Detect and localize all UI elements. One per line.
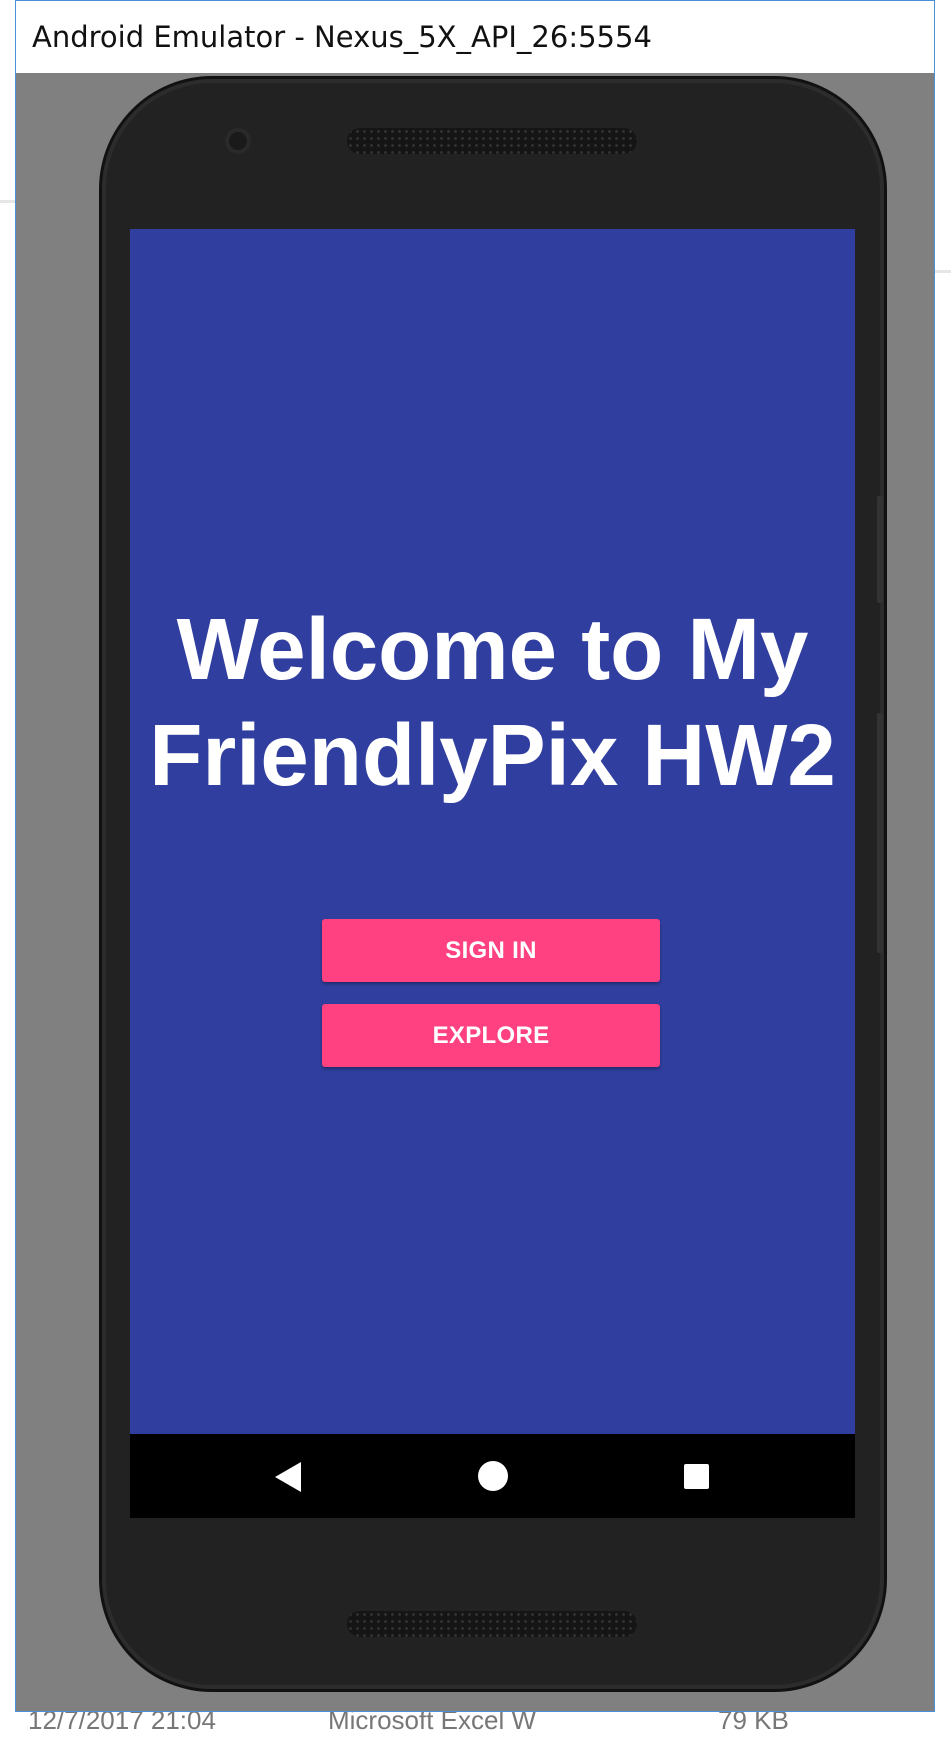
volume-button[interactable] (877, 713, 883, 953)
recents-icon[interactable] (684, 1464, 709, 1489)
emulator-window: Android Emulator - Nexus_5X_API_26:5554 … (15, 0, 935, 1712)
background-strip (0, 200, 15, 203)
window-titlebar[interactable]: Android Emulator - Nexus_5X_API_26:5554 (16, 1, 934, 73)
sign-in-button[interactable]: SIGN IN (322, 919, 660, 982)
front-camera-icon (225, 128, 251, 154)
welcome-line-2: FriendlyPix HW2 (149, 707, 836, 804)
window-title: Android Emulator - Nexus_5X_API_26:5554 (32, 20, 652, 54)
welcome-heading: Welcome to My FriendlyPix HW2 (130, 597, 855, 809)
home-icon[interactable] (478, 1461, 508, 1491)
back-icon[interactable] (275, 1462, 301, 1492)
app-screen: Welcome to My FriendlyPix HW2 SIGN IN EX… (130, 229, 855, 1434)
power-button[interactable] (877, 496, 883, 603)
navigation-bar (130, 1434, 855, 1518)
bottom-speaker-icon (347, 1611, 637, 1637)
welcome-line-1: Welcome to My (176, 601, 809, 698)
explore-button[interactable]: EXPLORE (322, 1004, 660, 1067)
top-speaker-icon (347, 128, 637, 154)
background-strip (935, 270, 951, 273)
